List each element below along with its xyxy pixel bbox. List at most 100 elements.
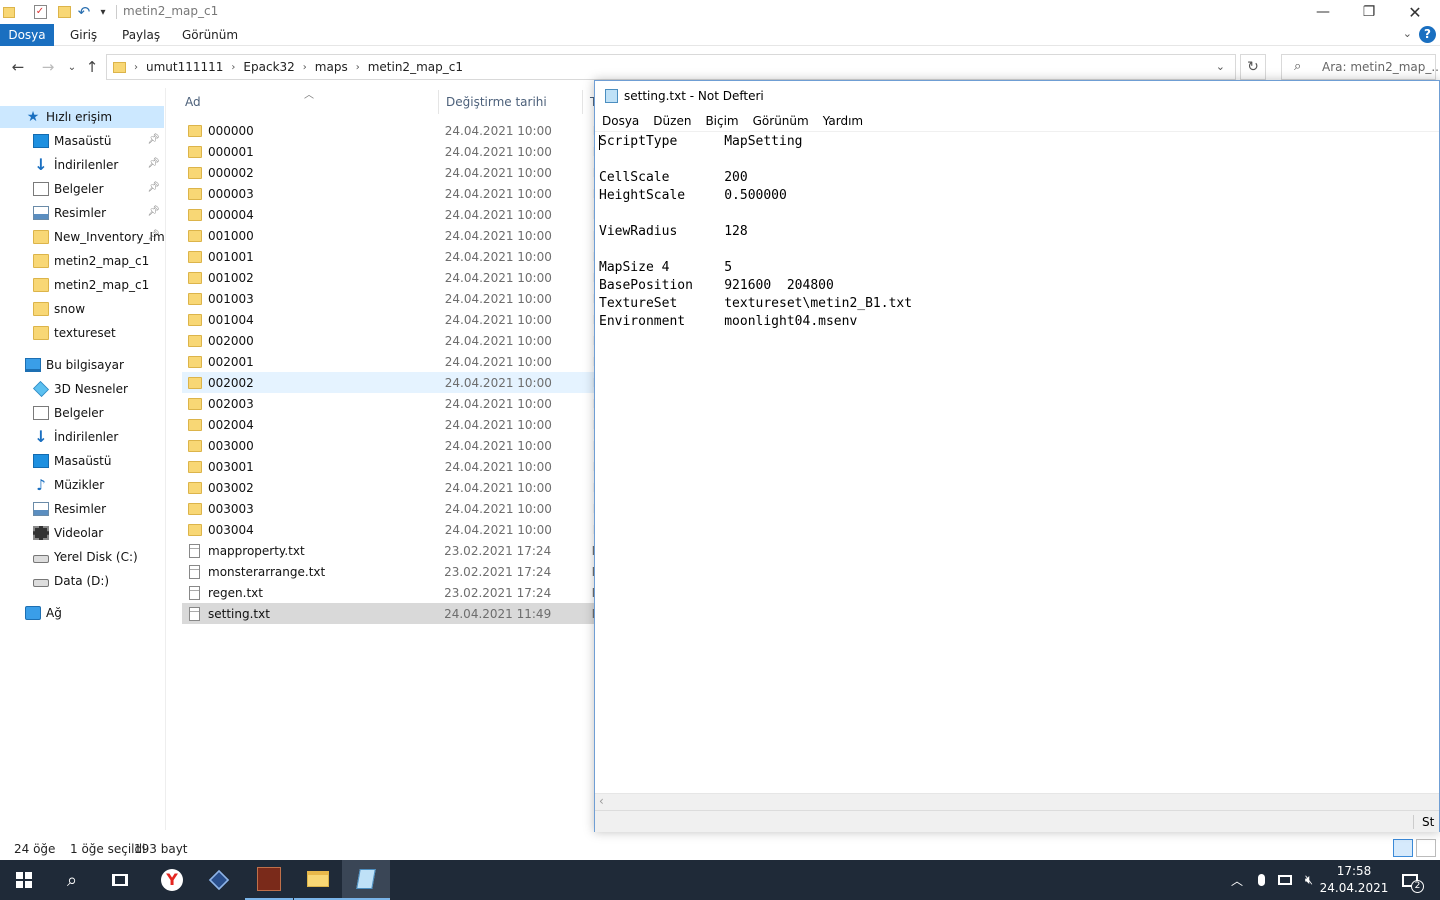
folder-row[interactable]: 00300124.04.2021 10:00D	[182, 456, 594, 477]
nav-item[interactable]: metin2_map_c1	[0, 250, 164, 272]
pin-icon[interactable]: 📌︎	[147, 206, 160, 217]
expand-ribbon-icon[interactable]: ⌄	[1403, 27, 1412, 40]
folder-row[interactable]: 00200424.04.2021 10:00D	[182, 414, 594, 435]
menu-format[interactable]: Biçim	[698, 111, 745, 131]
details-view-button[interactable]	[1393, 839, 1413, 857]
tab-share[interactable]: Paylaş	[110, 24, 172, 46]
folder-row[interactable]: 00100224.04.2021 10:00D	[182, 267, 594, 288]
restore-button[interactable]: ❐	[1346, 0, 1392, 24]
nav-quick-access[interactable]: ★ Hızlı erişim	[0, 106, 164, 128]
folder-row[interactable]: 00000324.04.2021 10:00D	[182, 183, 594, 204]
nav-item[interactable]: ♪ Müzikler	[0, 474, 164, 496]
nav-item[interactable]: 3D Nesneler	[0, 378, 164, 400]
menu-edit[interactable]: Düzen	[646, 111, 698, 131]
back-button[interactable]: ←	[8, 57, 28, 77]
forward-button[interactable]: →	[38, 57, 58, 77]
folder-row[interactable]: 00200324.04.2021 10:00D	[182, 393, 594, 414]
breadcrumb-item[interactable]: umut111111	[146, 60, 223, 74]
nav-item[interactable]: textureset	[0, 322, 164, 344]
folder-row[interactable]: 00100124.04.2021 10:00D	[182, 246, 594, 267]
refresh-button[interactable]: ↻	[1240, 54, 1266, 80]
notifications-icon[interactable]: 2	[1396, 860, 1424, 900]
notepad-editor[interactable]: ScriptType MapSetting CellScale 200 Heig…	[595, 131, 1439, 793]
address-dropdown-icon[interactable]: ⌄	[1216, 60, 1225, 73]
search-input[interactable]: Ara: metin2_map_...	[1322, 60, 1440, 74]
folder-row[interactable]: 00200124.04.2021 10:00D	[182, 351, 594, 372]
nav-item[interactable]: Belgeler 📌︎	[0, 178, 164, 200]
close-button[interactable]: ✕	[1392, 0, 1438, 24]
nav-item[interactable]: Videolar	[0, 522, 164, 544]
breadcrumb-item[interactable]: Epack32	[243, 60, 294, 74]
nav-item[interactable]: Masaüstü 📌︎	[0, 130, 164, 152]
folder-row[interactable]: 00300324.04.2021 10:00D	[182, 498, 594, 519]
search-box[interactable]: ⌕ Ara: metin2_map_...	[1281, 54, 1440, 80]
folder-row[interactable]: 00300424.04.2021 10:00D	[182, 519, 594, 540]
up-button[interactable]: ↑	[82, 57, 102, 77]
file-row[interactable]: mapproperty.txt23.02.2021 17:24M	[182, 540, 594, 561]
column-divider[interactable]	[582, 90, 583, 114]
show-hidden-icons-icon[interactable]: ︿	[1226, 860, 1248, 900]
folder-row[interactable]: 00000224.04.2021 10:00D	[182, 162, 594, 183]
file-row[interactable]: setting.txt24.04.2021 11:49M	[182, 603, 594, 624]
file-row[interactable]: regen.txt23.02.2021 17:24M	[182, 582, 594, 603]
column-header-date[interactable]: Değiştirme tarihi	[446, 88, 547, 116]
chevron-right-icon[interactable]: ›	[356, 62, 360, 73]
nav-this-pc[interactable]: Bu bilgisayar	[0, 354, 164, 376]
recent-locations-button[interactable]: ⌄	[62, 57, 82, 77]
chevron-right-icon[interactable]: ›	[134, 62, 138, 73]
folder-row[interactable]: 00000424.04.2021 10:00D	[182, 204, 594, 225]
notepad-title-bar[interactable]: setting.txt - Not Defteri	[595, 81, 1439, 111]
folder-row[interactable]: 00000024.04.2021 10:00D	[182, 120, 594, 141]
nav-item[interactable]: metin2_map_c1	[0, 274, 164, 296]
tab-view[interactable]: Görünüm	[170, 24, 250, 46]
minimize-button[interactable]: —	[1300, 0, 1346, 24]
column-header-name[interactable]: Ad	[185, 88, 201, 116]
nav-item[interactable]: Masaüstü	[0, 450, 164, 472]
nav-item[interactable]: ↓ İndirilenler 📌︎	[0, 154, 164, 176]
system-clock[interactable]: 17:58 24.04.2021	[1318, 863, 1390, 897]
large-icons-view-button[interactable]	[1416, 839, 1436, 857]
tab-file[interactable]: Dosya	[0, 24, 54, 46]
address-bar[interactable]: › umut111111 › Epack32 › maps › metin2_m…	[106, 54, 1236, 80]
folder-row[interactable]: 00100024.04.2021 10:00D	[182, 225, 594, 246]
breadcrumb-item[interactable]: maps	[315, 60, 348, 74]
game-app-icon[interactable]	[245, 860, 293, 900]
nav-network[interactable]: Ağ	[0, 602, 164, 624]
nav-item[interactable]: New_Inventory_Im 📌︎	[0, 226, 164, 248]
nav-item[interactable]: Belgeler	[0, 402, 164, 424]
pin-icon[interactable]: 📌︎	[147, 230, 160, 241]
microphone-icon[interactable]	[1250, 860, 1272, 900]
menu-view[interactable]: Görünüm	[746, 111, 816, 131]
folder-row[interactable]: 00100324.04.2021 10:00D	[182, 288, 594, 309]
breadcrumb-item[interactable]: metin2_map_c1	[368, 60, 463, 74]
pin-icon[interactable]: 📌︎	[147, 158, 160, 169]
network-status-icon[interactable]	[1274, 860, 1296, 900]
tab-home[interactable]: Giriş	[58, 24, 109, 46]
chevron-right-icon[interactable]: ›	[303, 62, 307, 73]
menu-help[interactable]: Yardım	[816, 111, 870, 131]
file-row[interactable]: monsterarrange.txt23.02.2021 17:24M	[182, 561, 594, 582]
pin-icon[interactable]: 📌︎	[147, 134, 160, 145]
undo-icon[interactable]: ↶	[76, 3, 92, 21]
nav-item[interactable]: Resimler	[0, 498, 164, 520]
folder-row[interactable]: 00300224.04.2021 10:00D	[182, 477, 594, 498]
nav-item[interactable]: Data (D:)	[0, 570, 164, 592]
nav-item[interactable]: Yerel Disk (C:)	[0, 546, 164, 568]
nav-item[interactable]: Resimler 📌︎	[0, 202, 164, 224]
column-divider[interactable]	[438, 90, 439, 114]
volume-muted-icon[interactable]: 🔇︎	[1298, 860, 1320, 900]
chevron-right-icon[interactable]: ›	[231, 62, 235, 73]
search-icon[interactable]: ⌕	[48, 860, 96, 900]
nav-item[interactable]: snow	[0, 298, 164, 320]
nav-item[interactable]: ↓ İndirilenler	[0, 426, 164, 448]
virtualbox-icon[interactable]	[195, 860, 243, 900]
notepad-taskbar-icon[interactable]	[342, 860, 390, 900]
folder-row[interactable]: 00100424.04.2021 10:00D	[182, 309, 594, 330]
scroll-left-icon[interactable]: ‹	[599, 794, 604, 808]
start-button[interactable]	[0, 860, 48, 900]
new-folder-icon[interactable]	[56, 3, 72, 21]
notepad-text[interactable]: ScriptType MapSetting CellScale 200 Heig…	[599, 133, 912, 331]
folder-row[interactable]: 00300024.04.2021 10:00D	[182, 435, 594, 456]
folder-row[interactable]: 00200024.04.2021 10:00D	[182, 330, 594, 351]
yandex-browser-icon[interactable]: Y	[148, 860, 196, 900]
